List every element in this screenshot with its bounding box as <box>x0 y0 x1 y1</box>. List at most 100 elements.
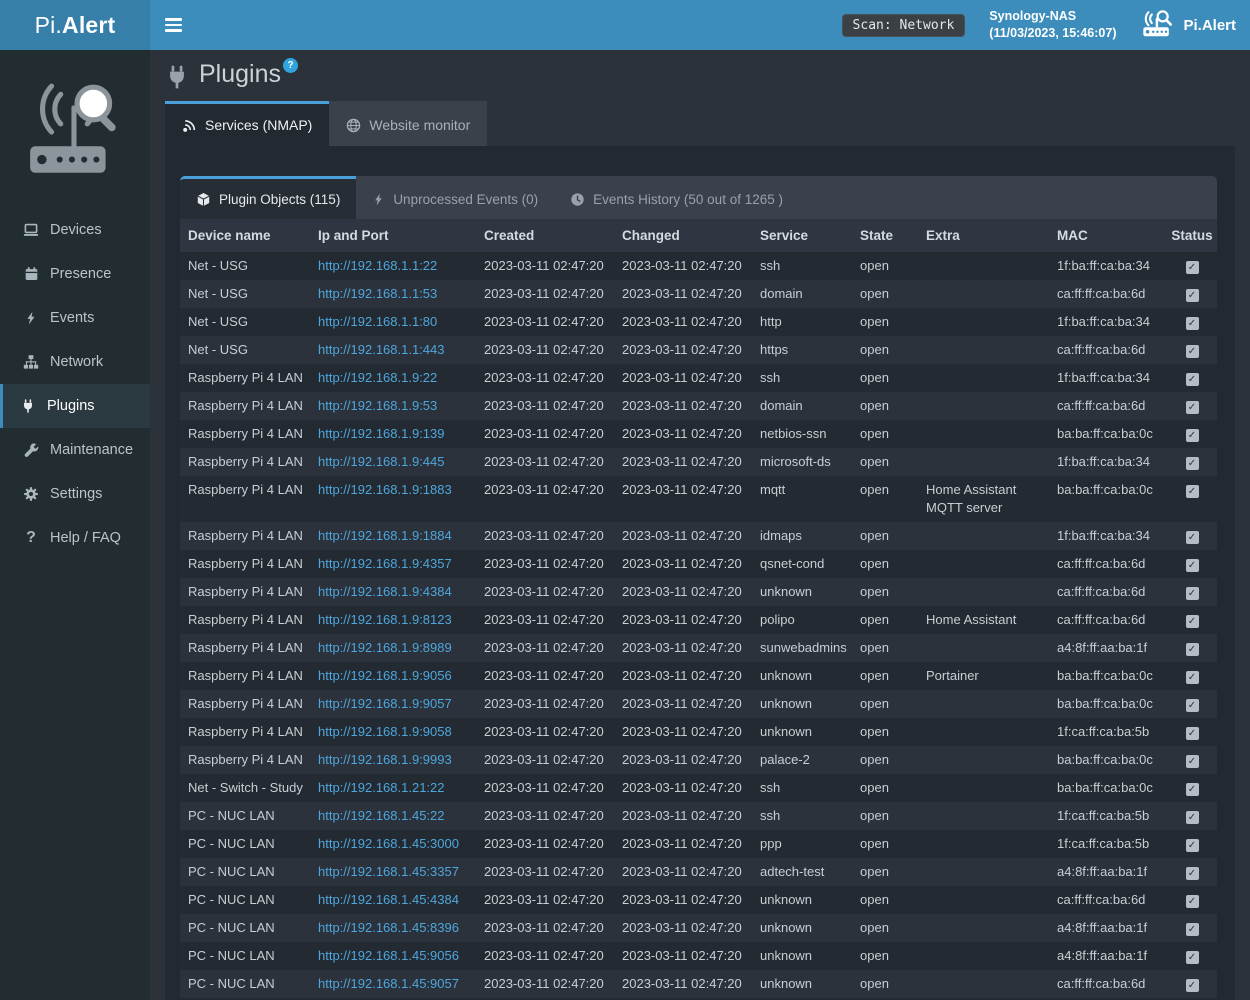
service-cell: domain <box>752 392 852 420</box>
status-checkbox[interactable]: ✓ <box>1186 811 1199 824</box>
service-cell: unknown <box>752 718 852 746</box>
status-checkbox[interactable]: ✓ <box>1186 261 1199 274</box>
created-cell: 2023-03-11 02:47:20 <box>476 690 614 718</box>
mac-cell: ba:ba:ff:ca:ba:0c <box>1049 420 1167 448</box>
ip-port-cell: http://192.168.1.21:22 <box>310 774 476 802</box>
sidebar-menu: Devices Presence Events Network <box>0 208 150 560</box>
col-created[interactable]: Created <box>476 219 614 252</box>
ip-port-cell: http://192.168.1.9:9058 <box>310 718 476 746</box>
status-checkbox[interactable]: ✓ <box>1186 345 1199 358</box>
status-checkbox[interactable]: ✓ <box>1186 755 1199 768</box>
status-checkbox[interactable]: ✓ <box>1186 531 1199 544</box>
ip-port-link[interactable]: http://192.168.1.9:8989 <box>318 640 452 655</box>
ip-port-link[interactable]: http://192.168.1.9:4384 <box>318 584 452 599</box>
sidebar-item-settings[interactable]: Settings <box>0 472 150 516</box>
status-checkbox[interactable]: ✓ <box>1186 485 1199 498</box>
status-checkbox[interactable]: ✓ <box>1186 951 1199 964</box>
status-checkbox[interactable]: ✓ <box>1186 615 1199 628</box>
ip-port-link[interactable]: http://192.168.1.9:8123 <box>318 612 452 627</box>
app-logo[interactable]: Pi.Alert <box>0 0 150 50</box>
status-checkbox[interactable]: ✓ <box>1186 429 1199 442</box>
col-status[interactable]: Status <box>1167 219 1217 252</box>
status-checkbox[interactable]: ✓ <box>1186 783 1199 796</box>
sidebar-item-presence[interactable]: Presence <box>0 252 150 296</box>
status-checkbox[interactable]: ✓ <box>1186 671 1199 684</box>
status-checkbox[interactable]: ✓ <box>1186 699 1199 712</box>
col-mac[interactable]: MAC <box>1049 219 1167 252</box>
ip-port-link[interactable]: http://192.168.1.45:9056 <box>318 948 459 963</box>
ip-port-link[interactable]: http://192.168.1.45:3000 <box>318 836 459 851</box>
ip-port-link[interactable]: http://192.168.1.9:9993 <box>318 752 452 767</box>
col-state[interactable]: State <box>852 219 918 252</box>
status-checkbox[interactable]: ✓ <box>1186 457 1199 470</box>
changed-cell: 2023-03-11 02:47:20 <box>614 606 752 634</box>
ip-port-link[interactable]: http://192.168.1.9:9057 <box>318 696 452 711</box>
sidebar-item-events[interactable]: Events <box>0 296 150 340</box>
service-cell: ssh <box>752 364 852 392</box>
sidebar-item-help[interactable]: ? Help / FAQ <box>0 516 150 560</box>
sidebar-item-plugins[interactable]: Plugins <box>0 384 150 428</box>
ip-port-link[interactable]: http://192.168.1.45:4384 <box>318 892 459 907</box>
state-cell: open <box>852 970 918 998</box>
ip-port-link[interactable]: http://192.168.1.45:9057 <box>318 976 459 991</box>
status-cell: ✓ <box>1167 774 1217 802</box>
device-name-cell: Raspberry Pi 4 LAN <box>180 420 310 448</box>
ip-port-cell: http://192.168.1.9:4357 <box>310 550 476 578</box>
service-cell: ssh <box>752 802 852 830</box>
device-name-cell: Raspberry Pi 4 LAN <box>180 718 310 746</box>
status-checkbox[interactable]: ✓ <box>1186 559 1199 572</box>
col-device-name[interactable]: Device name <box>180 219 310 252</box>
help-badge[interactable]: ? <box>283 58 298 73</box>
ip-port-link[interactable]: http://192.168.1.9:22 <box>318 370 437 385</box>
status-checkbox[interactable]: ✓ <box>1186 643 1199 656</box>
status-checkbox[interactable]: ✓ <box>1186 923 1199 936</box>
status-checkbox[interactable]: ✓ <box>1186 289 1199 302</box>
sidebar-item-maintenance[interactable]: Maintenance <box>0 428 150 472</box>
col-service[interactable]: Service <box>752 219 852 252</box>
state-cell: open <box>852 858 918 886</box>
ip-port-link[interactable]: http://192.168.1.21:22 <box>318 780 445 795</box>
status-checkbox[interactable]: ✓ <box>1186 867 1199 880</box>
hamburger-menu-icon[interactable] <box>150 0 196 50</box>
ip-port-link[interactable]: http://192.168.1.1:53 <box>318 286 437 301</box>
ip-port-link[interactable]: http://192.168.1.45:22 <box>318 808 445 823</box>
ip-port-link[interactable]: http://192.168.1.9:139 <box>318 426 445 441</box>
navbar-brand[interactable]: Pi.Alert <box>1140 9 1236 42</box>
ip-port-link[interactable]: http://192.168.1.1:80 <box>318 314 437 329</box>
status-checkbox[interactable]: ✓ <box>1186 839 1199 852</box>
ip-port-link[interactable]: http://192.168.1.9:53 <box>318 398 437 413</box>
device-name-cell: Raspberry Pi 4 LAN <box>180 550 310 578</box>
subtab-unprocessed-events[interactable]: Unprocessed Events (0) <box>356 176 554 219</box>
sidebar-item-network[interactable]: Network <box>0 340 150 384</box>
navbar-right: Scan: Network Synology-NAS (11/03/2023, … <box>842 8 1250 42</box>
status-checkbox[interactable]: ✓ <box>1186 895 1199 908</box>
tab-services-nmap[interactable]: Services (NMAP) <box>165 101 329 146</box>
ip-port-link[interactable]: http://192.168.1.9:1883 <box>318 482 452 497</box>
col-changed[interactable]: Changed <box>614 219 752 252</box>
status-checkbox[interactable]: ✓ <box>1186 727 1199 740</box>
tab-website-monitor[interactable]: Website monitor <box>329 101 487 146</box>
ip-port-link[interactable]: http://192.168.1.9:9058 <box>318 724 452 739</box>
extra-cell <box>918 448 1049 476</box>
col-extra[interactable]: Extra <box>918 219 1049 252</box>
ip-port-link[interactable]: http://192.168.1.45:3357 <box>318 864 459 879</box>
ip-port-link[interactable]: http://192.168.1.1:22 <box>318 258 437 273</box>
status-checkbox[interactable]: ✓ <box>1186 317 1199 330</box>
ip-port-link[interactable]: http://192.168.1.1:443 <box>318 342 445 357</box>
status-checkbox[interactable]: ✓ <box>1186 401 1199 414</box>
subtab-events-history[interactable]: Events History (50 out of 1265 ) <box>554 176 799 219</box>
plugin-subtabs: Plugin Objects (115) Unprocessed Events … <box>180 176 1217 219</box>
device-name-cell: PC - NUC LAN <box>180 802 310 830</box>
ip-port-link[interactable]: http://192.168.1.9:445 <box>318 454 445 469</box>
status-checkbox[interactable]: ✓ <box>1186 373 1199 386</box>
ip-port-link[interactable]: http://192.168.1.9:4357 <box>318 556 452 571</box>
col-ip-port[interactable]: Ip and Port <box>310 219 476 252</box>
device-name-cell: Raspberry Pi 4 LAN <box>180 746 310 774</box>
sidebar-item-devices[interactable]: Devices <box>0 208 150 252</box>
status-checkbox[interactable]: ✓ <box>1186 587 1199 600</box>
ip-port-link[interactable]: http://192.168.1.9:1884 <box>318 528 452 543</box>
status-checkbox[interactable]: ✓ <box>1186 979 1199 992</box>
subtab-plugin-objects[interactable]: Plugin Objects (115) <box>180 176 356 219</box>
ip-port-link[interactable]: http://192.168.1.9:9056 <box>318 668 452 683</box>
ip-port-link[interactable]: http://192.168.1.45:8396 <box>318 920 459 935</box>
